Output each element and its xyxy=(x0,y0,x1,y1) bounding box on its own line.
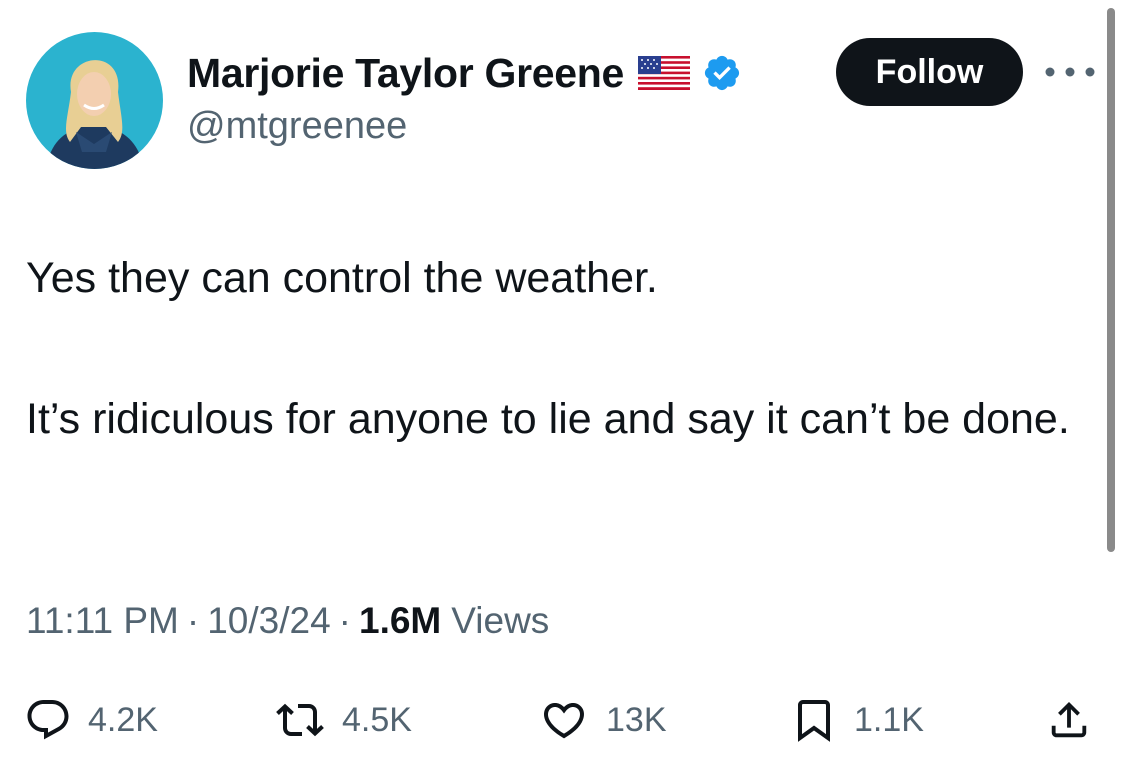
retweet-count: 4.5K xyxy=(342,700,412,739)
bookmark-icon xyxy=(798,700,830,742)
more-options-icon[interactable] xyxy=(1040,52,1100,92)
tweet-time[interactable]: 11:11 PM xyxy=(26,600,179,642)
bookmark-count: 1.1K xyxy=(854,700,924,739)
avatar[interactable] xyxy=(26,32,163,169)
share-button[interactable] xyxy=(1046,690,1092,750)
follow-button[interactable]: Follow xyxy=(836,38,1023,106)
bookmark-button[interactable]: 1.1K xyxy=(790,690,924,750)
like-count: 13K xyxy=(606,700,667,739)
tweet-actions: 4.2K 4.5K 13K 1.1K xyxy=(0,690,1125,750)
views-label: Views xyxy=(451,600,550,641)
tweet-text-paragraph: Yes they can control the weather. xyxy=(26,254,658,302)
author-handle[interactable]: @mtgreenee xyxy=(187,105,407,148)
retweet-icon xyxy=(276,703,324,737)
verified-badge-icon[interactable] xyxy=(702,53,742,93)
author-name-row: Marjorie Taylor Greene xyxy=(187,48,742,98)
reply-button[interactable]: 4.2K xyxy=(24,690,158,750)
tweet-text-paragraph: It’s ridiculous for anyone to lie and sa… xyxy=(26,395,1070,443)
meta-separator: · xyxy=(338,600,351,641)
tweet-date[interactable]: 10/3/24 xyxy=(207,600,330,642)
heart-icon xyxy=(543,703,585,739)
tweet-meta: 11:11 PM · 10/3/24 · 1.6M Views xyxy=(26,600,549,642)
like-button[interactable]: 13K xyxy=(538,690,667,750)
retweet-button[interactable]: 4.5K xyxy=(274,690,412,750)
display-name[interactable]: Marjorie Taylor Greene xyxy=(187,50,624,97)
scrollbar[interactable] xyxy=(1107,8,1115,552)
us-flag-icon xyxy=(637,56,690,90)
reply-icon xyxy=(27,700,69,740)
views-count: 1.6M xyxy=(359,600,442,641)
meta-separator: · xyxy=(186,600,200,641)
share-icon xyxy=(1051,701,1087,738)
reply-count: 4.2K xyxy=(88,700,158,739)
tweet-card: Marjorie Taylor Greene @mtgreenee Follow… xyxy=(0,0,1125,782)
